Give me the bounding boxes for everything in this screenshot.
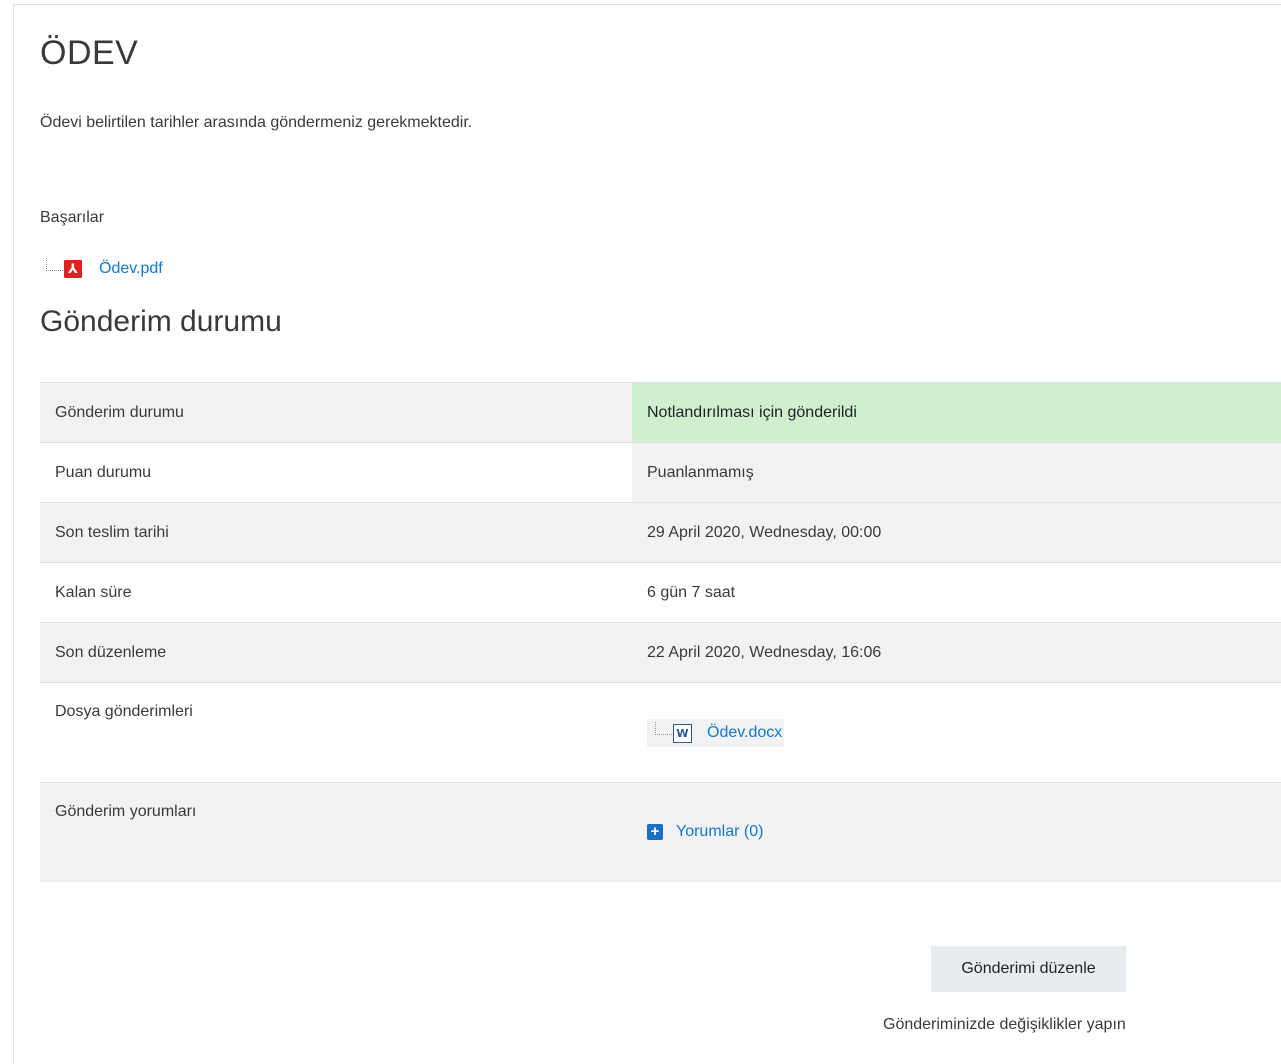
page-title: ÖDEV [40,34,139,72]
comments-link[interactable]: + Yorumlar (0) [647,823,763,841]
assignment-note: Başarılar [40,209,105,226]
assignment-intro: Ödevi belirtilen tarihler arasında gönde… [40,114,473,131]
pdf-file-icon: ⅄ [64,260,82,278]
table-row: Kalan süre 6 gün 7 saat [40,562,1281,623]
due-date-value: 29 April 2020, Wednesday, 00:00 [632,502,1281,563]
table-row: Dosya gönderimleri W Ödev.docx [40,682,1281,783]
table-row: Puan durumu Puanlanmamış [40,442,1281,503]
edit-submission-hint: Gönderiminizde değişiklikler yapın [883,1016,1126,1033]
comments-link-label: Yorumlar (0) [676,823,764,840]
time-remaining-value: 6 gün 7 saat [632,562,1281,623]
row-label: Dosya gönderimleri [55,703,193,720]
submitted-file-link[interactable]: Ödev.docx [707,724,782,742]
status-value: Notlandırılması için gönderildi [632,382,1281,443]
section-title: Gönderim durumu [40,305,282,338]
row-label-cell: Gönderim yorumları [40,782,632,882]
row-label: Gönderim durumu [40,382,632,443]
row-label: Puan durumu [40,442,632,503]
submission-status-table: Gönderim durumu Notlandırılması için gön… [40,382,1281,882]
word-file-icon: W [673,723,692,743]
row-label: Kalan süre [40,562,632,623]
edit-submission-button[interactable]: Gönderimi düzenle [931,946,1126,992]
comments-cell: + Yorumlar (0) [632,782,1281,882]
row-label: Son düzenleme [40,622,632,683]
submitted-file: W Ödev.docx [647,719,785,747]
row-label-cell: Dosya gönderimleri [40,682,632,783]
last-modified-value: 22 April 2020, Wednesday, 16:06 [632,622,1281,683]
table-row: Gönderim durumu Notlandırılması için gön… [40,382,1281,443]
tree-connector [46,257,63,271]
table-row: Son teslim tarihi 29 April 2020, Wednesd… [40,502,1281,563]
attachment-row: ⅄ Ödev.pdf [46,257,163,280]
row-label: Son teslim tarihi [40,502,632,563]
table-row: Son düzenleme 22 April 2020, Wednesday, … [40,622,1281,683]
tree-connector [655,721,672,735]
table-row: Gönderim yorumları + Yorumlar (0) [40,782,1281,882]
file-submissions-cell: W Ödev.docx [632,682,1281,783]
attachment-link[interactable]: Ödev.pdf [99,260,163,278]
grade-status-value: Puanlanmamış [632,442,1281,503]
plus-square-icon: + [647,824,663,840]
row-label: Gönderim yorumları [55,803,197,820]
